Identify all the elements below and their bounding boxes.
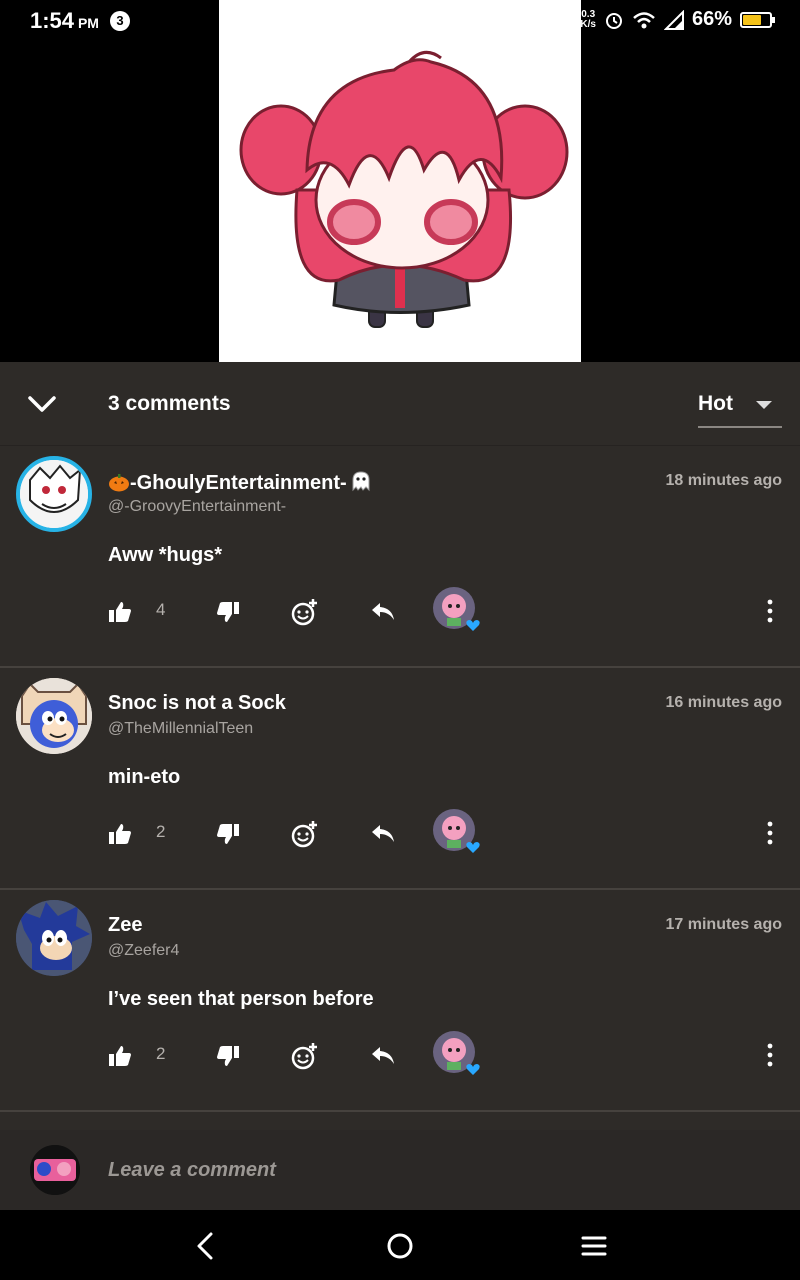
like-button[interactable] bbox=[108, 594, 132, 630]
more-options-icon[interactable] bbox=[760, 818, 780, 848]
sort-dropdown[interactable]: Hot bbox=[698, 392, 782, 428]
avatar[interactable] bbox=[16, 900, 92, 976]
avatar-image bbox=[16, 678, 92, 754]
comment-author-name: -GhoulyEntertainment- bbox=[130, 472, 347, 494]
user-avatar[interactable] bbox=[30, 1145, 80, 1195]
comment-author[interactable]: -GhoulyEntertainment- bbox=[108, 470, 372, 495]
heart-icon bbox=[466, 1064, 480, 1075]
reply-button[interactable] bbox=[370, 594, 396, 630]
like-count: 4 bbox=[156, 600, 166, 619]
thumbs-up-icon bbox=[109, 602, 131, 622]
user-avatar-image bbox=[30, 1145, 80, 1195]
system-navigation-bar bbox=[0, 1210, 800, 1280]
network-speed-value: 0.3 bbox=[581, 8, 596, 20]
signal-icon bbox=[663, 9, 684, 30]
avatar[interactable] bbox=[16, 678, 92, 754]
comment-input[interactable] bbox=[108, 1154, 748, 1186]
more-options-icon[interactable] bbox=[760, 1040, 780, 1070]
comment-item: Snoc is not a Sock @TheMillennialTeen 16… bbox=[0, 668, 800, 890]
thumbs-down-icon bbox=[217, 824, 239, 844]
status-icons: 0.3 K/s 66% bbox=[580, 8, 775, 31]
chibi-character-illustration bbox=[239, 50, 569, 328]
caret-down-icon bbox=[756, 401, 772, 409]
comments-sheet: 3 comments Hot -GhoulyEntertainment- @-G… bbox=[0, 362, 800, 1210]
media-area: 1:54 PM 3 0.3 K/s 66% bbox=[0, 0, 800, 362]
add-reaction-button[interactable] bbox=[291, 1038, 319, 1074]
comment-author[interactable]: Snoc is not a Sock bbox=[108, 692, 286, 715]
reply-arrow-icon bbox=[372, 1047, 394, 1064]
reply-button[interactable] bbox=[370, 1038, 396, 1074]
add-reaction-button[interactable] bbox=[291, 816, 319, 852]
reply-button[interactable] bbox=[370, 816, 396, 852]
sort-value: Hot bbox=[698, 392, 733, 415]
comment-author[interactable]: Zee bbox=[108, 914, 142, 937]
comment-count: 3 comments bbox=[108, 392, 231, 415]
comments-header: 3 comments Hot bbox=[0, 362, 800, 446]
dislike-button[interactable] bbox=[216, 1038, 240, 1074]
reactor-avatar[interactable] bbox=[432, 808, 480, 854]
comment-compose-bar bbox=[0, 1130, 800, 1210]
like-button[interactable] bbox=[108, 816, 132, 852]
reply-arrow-icon bbox=[372, 825, 394, 842]
clock-ampm: PM bbox=[77, 15, 99, 31]
avatar-image bbox=[16, 900, 92, 976]
heart-icon bbox=[466, 620, 480, 631]
like-count: 2 bbox=[156, 1044, 166, 1063]
thumbs-down-icon bbox=[217, 602, 239, 622]
alarm-icon bbox=[605, 12, 622, 29]
ghost-icon bbox=[350, 470, 372, 492]
battery-icon bbox=[740, 11, 775, 28]
battery-percent: 66% bbox=[691, 8, 732, 30]
like-count: 2 bbox=[156, 822, 166, 841]
comment-text: min-eto bbox=[108, 766, 181, 788]
avatar-image bbox=[20, 460, 88, 528]
back-icon[interactable] bbox=[188, 1228, 224, 1264]
comment-timestamp: 16 minutes ago bbox=[665, 694, 782, 711]
thumbs-up-icon bbox=[109, 824, 131, 844]
heart-icon bbox=[466, 842, 480, 853]
comment-timestamp: 18 minutes ago bbox=[665, 472, 782, 489]
comment-item: Zee @Zeefer4 17 minutes ago I’ve seen th… bbox=[0, 890, 800, 1112]
wifi-icon bbox=[633, 11, 655, 28]
reply-arrow-icon bbox=[372, 603, 394, 620]
comment-item: -GhoulyEntertainment- @-GroovyEntertainm… bbox=[0, 446, 800, 668]
status-clock: 1:54 PM bbox=[30, 8, 99, 34]
comment-text: Aww *hugs* bbox=[108, 544, 223, 566]
reactor-avatar[interactable] bbox=[432, 1030, 480, 1076]
comment-timestamp: 17 minutes ago bbox=[665, 916, 782, 933]
menu-icon[interactable] bbox=[576, 1228, 612, 1264]
clock-time: 1:54 bbox=[30, 8, 75, 33]
dislike-button[interactable] bbox=[216, 594, 240, 630]
add-emoji-icon bbox=[291, 1043, 317, 1070]
notification-count-badge: 3 bbox=[110, 11, 130, 31]
comment-text: I’ve seen that person before bbox=[108, 988, 374, 1010]
network-speed-unit: K/s bbox=[580, 18, 596, 30]
thumbs-up-icon bbox=[109, 1046, 131, 1066]
post-image[interactable] bbox=[219, 0, 581, 362]
add-reaction-button[interactable] bbox=[291, 594, 319, 630]
avatar[interactable] bbox=[16, 456, 92, 532]
add-emoji-icon bbox=[291, 599, 317, 626]
more-options-icon[interactable] bbox=[760, 596, 780, 626]
dislike-button[interactable] bbox=[216, 816, 240, 852]
chevron-down-icon[interactable] bbox=[26, 390, 58, 418]
home-icon[interactable] bbox=[382, 1228, 418, 1264]
like-button[interactable] bbox=[108, 1038, 132, 1074]
comment-handle[interactable]: @-GroovyEntertainment- bbox=[108, 498, 286, 516]
pumpkin-icon bbox=[108, 472, 130, 492]
comment-handle[interactable]: @TheMillennialTeen bbox=[108, 720, 253, 738]
network-speed: 0.3 K/s bbox=[580, 8, 596, 30]
thumbs-down-icon bbox=[217, 1046, 239, 1066]
reactor-avatar[interactable] bbox=[432, 586, 480, 632]
add-emoji-icon bbox=[291, 821, 317, 848]
comment-handle[interactable]: @Zeefer4 bbox=[108, 942, 179, 960]
